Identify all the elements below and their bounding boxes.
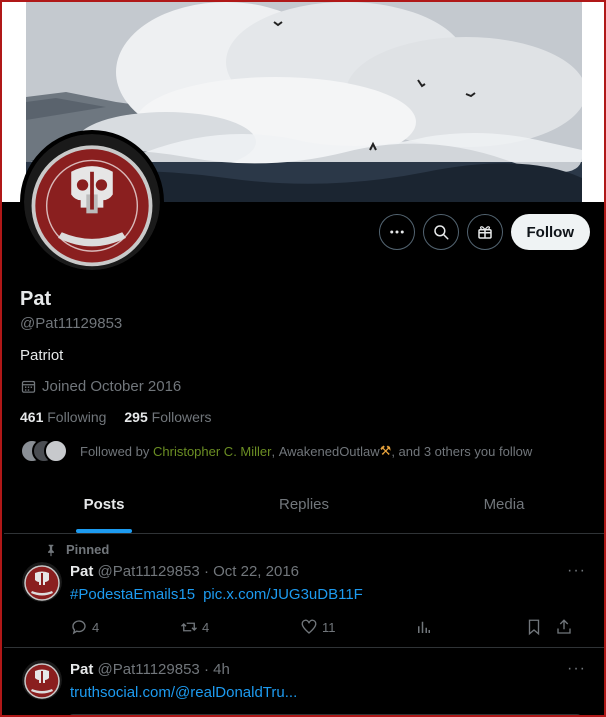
post-handle[interactable]: @Pat11129853 — [98, 563, 200, 580]
post-link[interactable]: truthsocial.com/@realDonaldTru... — [70, 684, 297, 701]
following-label: Following — [47, 409, 107, 425]
post-header: Pat @Pat11129853 · 4h — [70, 661, 230, 678]
post-actions: 4 4 11 — [70, 618, 586, 636]
repost-count: 4 — [202, 619, 210, 635]
tab-replies[interactable]: Replies — [204, 476, 404, 533]
profile-handle: @Pat11129853 — [20, 315, 123, 332]
followers-link[interactable]: 295 Followers — [124, 409, 211, 425]
post-separator: · — [203, 563, 209, 580]
search-profile-button[interactable] — [422, 214, 459, 250]
search-icon — [433, 225, 448, 240]
post-author[interactable]: Pat — [70, 661, 93, 678]
follow-stats: 461 Following 295 Followers — [20, 409, 212, 425]
post[interactable]: Pat @Pat11129853 · 4h ··· truthsocial.co… — [4, 648, 604, 715]
following-link[interactable]: 461 Following — [20, 409, 106, 425]
followed-by-name1: Christopher C. Miller — [153, 443, 272, 459]
heart-icon — [301, 619, 317, 634]
repost-button[interactable]: 4 — [180, 618, 300, 636]
pinned-label: Pinned — [44, 542, 109, 557]
profile-name: Pat — [20, 288, 52, 310]
tab-posts[interactable]: Posts — [4, 476, 204, 533]
followed-by-prefix: Followed by — [80, 443, 150, 459]
reply-button[interactable]: 4 — [70, 618, 180, 636]
post-link[interactable]: pic.x.com/JUG3uDB11F — [203, 586, 363, 603]
post-separator: · — [203, 661, 209, 678]
post-author[interactable]: Pat — [70, 563, 93, 580]
followed-by-name2: AwakenedOutlaw — [278, 443, 380, 459]
post-pinned[interactable]: Pinned Pat @Pat11129853 · Oct 22, 2016 ·… — [4, 534, 604, 648]
post-more-button[interactable]: ··· — [567, 562, 586, 580]
joined-date: Joined October 2016 — [20, 378, 181, 395]
joined-text: Joined October 2016 — [42, 378, 182, 395]
more-icon — [389, 230, 404, 234]
hammer-pick-icon: ⚒ — [379, 443, 392, 458]
share-button[interactable] — [555, 618, 573, 636]
profile-actions: Follow — [378, 214, 590, 250]
pinned-text: Pinned — [66, 542, 110, 557]
calendar-icon — [21, 380, 36, 393]
bookmark-button[interactable] — [525, 618, 555, 636]
reply-count: 4 — [92, 619, 100, 635]
follow-button[interactable]: Follow — [510, 214, 590, 250]
like-button[interactable]: 11 — [300, 618, 415, 636]
post-text: truthsocial.com/@realDonaldTru... — [70, 684, 305, 701]
pin-icon — [48, 544, 54, 556]
post-hashtag[interactable]: #PodestaEmails15 — [70, 586, 195, 603]
followers-label: Followers — [151, 409, 212, 425]
post-text: #PodestaEmails15 pic.x.com/JUG3uDB11F — [70, 586, 371, 603]
post-time[interactable]: 4h — [213, 661, 230, 678]
mutual-avatar — [44, 439, 68, 463]
profile-bio: Patriot — [20, 347, 64, 364]
tab-media[interactable]: Media — [404, 476, 604, 533]
share-icon — [557, 619, 571, 634]
post-handle[interactable]: @Pat11129853 — [98, 661, 200, 678]
reply-icon — [72, 620, 86, 635]
post-more-button[interactable]: ··· — [567, 660, 586, 678]
app-frame: Follow Pat @Pat11129853 Patriot Joined O… — [0, 0, 606, 717]
like-count: 11 — [322, 619, 336, 635]
post-time[interactable]: Oct 22, 2016 — [213, 563, 299, 580]
bookmark-icon — [528, 619, 540, 636]
more-options-button[interactable] — [378, 214, 415, 250]
profile-tabs: Posts Replies Media — [4, 476, 604, 534]
followers-count: 295 — [124, 409, 148, 425]
post-header: Pat @Pat11129853 · Oct 22, 2016 — [70, 563, 299, 580]
followers-you-know[interactable]: Followed by Christopher C. Miller, Awake… — [20, 439, 532, 463]
following-count: 461 — [20, 409, 44, 425]
mutual-avatars — [20, 439, 70, 463]
views-button[interactable] — [415, 618, 525, 636]
subscribe-gift-button[interactable] — [466, 214, 503, 250]
profile-avatar[interactable] — [20, 130, 164, 274]
analytics-icon — [418, 621, 430, 633]
followed-by-suffix: , and 3 others you follow — [391, 443, 533, 459]
post-avatar[interactable] — [22, 562, 62, 602]
repost-icon — [181, 622, 197, 632]
post-avatar[interactable] — [22, 660, 62, 700]
gift-icon — [477, 226, 492, 239]
